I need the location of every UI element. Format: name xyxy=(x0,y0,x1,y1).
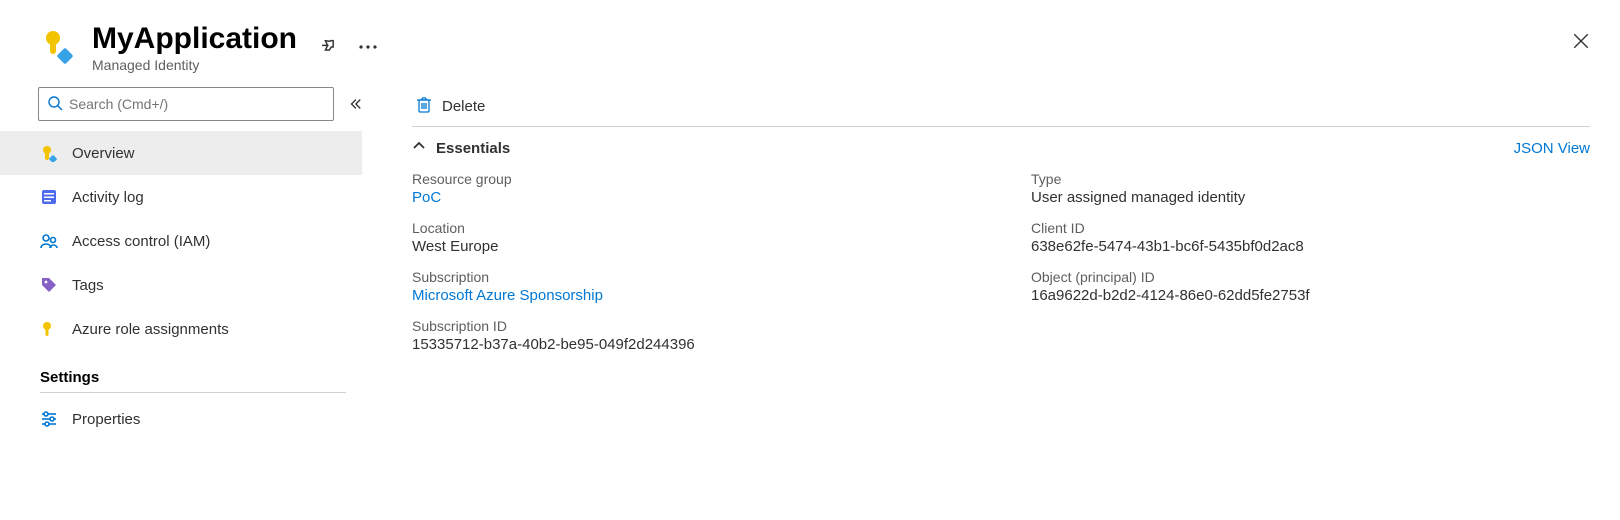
field-resource-group: Resource group PoC xyxy=(412,171,971,206)
divider xyxy=(40,392,346,393)
key-icon xyxy=(40,144,58,162)
page-subtitle: Managed Identity xyxy=(92,57,1590,73)
essentials-right-column: Type User assigned managed identity Clie… xyxy=(1031,171,1590,367)
activity-log-icon xyxy=(40,188,58,206)
sidebar-item-label: Tags xyxy=(72,277,104,294)
essentials-toggle[interactable]: Essentials xyxy=(412,139,510,157)
close-button[interactable] xyxy=(1572,32,1590,50)
chevron-up-icon xyxy=(412,139,426,157)
sidebar-item-overview[interactable]: Overview xyxy=(0,131,362,175)
field-value: West Europe xyxy=(412,238,971,255)
trash-icon xyxy=(416,96,432,118)
delete-button-label: Delete xyxy=(442,98,485,115)
field-label: Type xyxy=(1031,171,1590,187)
field-type: Type User assigned managed identity xyxy=(1031,171,1590,206)
field-value-link[interactable]: PoC xyxy=(412,189,971,206)
command-bar: Delete xyxy=(412,87,1590,127)
sidebar-item-properties[interactable]: Properties xyxy=(0,397,362,441)
sidebar: Overview Activity log Access control (IA… xyxy=(0,87,362,517)
sliders-icon xyxy=(40,410,58,428)
field-label: Client ID xyxy=(1031,220,1590,236)
field-value: 638e62fe-5474-43b1-bc6f-5435bf0d2ac8 xyxy=(1031,238,1590,255)
sidebar-item-label: Access control (IAM) xyxy=(72,233,210,250)
field-subscription-id: Subscription ID 15335712-b37a-40b2-be95-… xyxy=(412,318,971,353)
essentials-heading: Essentials xyxy=(436,140,510,157)
sidebar-section-settings: Settings xyxy=(0,369,362,386)
main-content: Delete Essentials JSON View Resource gro… xyxy=(362,87,1620,517)
managed-identity-icon xyxy=(40,28,76,64)
field-label: Object (principal) ID xyxy=(1031,269,1590,285)
field-label: Subscription ID xyxy=(412,318,971,334)
sidebar-item-label: Azure role assignments xyxy=(72,321,229,338)
page-header: MyApplication Managed Identity xyxy=(0,0,1620,87)
collapse-sidebar-button[interactable] xyxy=(348,97,362,111)
sidebar-item-azure-role-assignments[interactable]: Azure role assignments xyxy=(0,307,362,351)
field-value-link[interactable]: Microsoft Azure Sponsorship xyxy=(412,287,971,304)
field-label: Location xyxy=(412,220,971,236)
delete-button[interactable]: Delete xyxy=(412,92,489,122)
sidebar-item-label: Activity log xyxy=(72,189,144,206)
field-object-principal-id: Object (principal) ID 16a9622d-b2d2-4124… xyxy=(1031,269,1590,304)
essentials-left-column: Resource group PoC Location West Europe … xyxy=(412,171,971,367)
search-input-wrapper[interactable] xyxy=(38,87,334,121)
field-label: Subscription xyxy=(412,269,971,285)
sidebar-item-access-control[interactable]: Access control (IAM) xyxy=(0,219,362,263)
field-label: Resource group xyxy=(412,171,971,187)
json-view-link[interactable]: JSON View xyxy=(1514,140,1590,157)
field-value: 16a9622d-b2d2-4124-86e0-62dd5fe2753f xyxy=(1031,287,1590,304)
sidebar-nav: Overview Activity log Access control (IA… xyxy=(0,131,362,441)
field-location: Location West Europe xyxy=(412,220,971,255)
tag-icon xyxy=(40,276,58,294)
key-small-icon xyxy=(40,320,58,338)
field-subscription: Subscription Microsoft Azure Sponsorship xyxy=(412,269,971,304)
more-button[interactable] xyxy=(359,44,377,50)
field-value: 15335712-b37a-40b2-be95-049f2d244396 xyxy=(412,336,971,353)
search-icon xyxy=(47,95,69,114)
people-icon xyxy=(40,232,58,250)
search-input[interactable] xyxy=(69,96,325,112)
field-client-id: Client ID 638e62fe-5474-43b1-bc6f-5435bf… xyxy=(1031,220,1590,255)
field-value: User assigned managed identity xyxy=(1031,189,1590,206)
sidebar-item-tags[interactable]: Tags xyxy=(0,263,362,307)
sidebar-item-label: Properties xyxy=(72,411,140,428)
essentials-grid: Resource group PoC Location West Europe … xyxy=(412,171,1590,367)
pin-button[interactable] xyxy=(321,38,339,56)
sidebar-item-activity-log[interactable]: Activity log xyxy=(0,175,362,219)
sidebar-item-label: Overview xyxy=(72,145,135,162)
page-title: MyApplication xyxy=(92,22,297,55)
